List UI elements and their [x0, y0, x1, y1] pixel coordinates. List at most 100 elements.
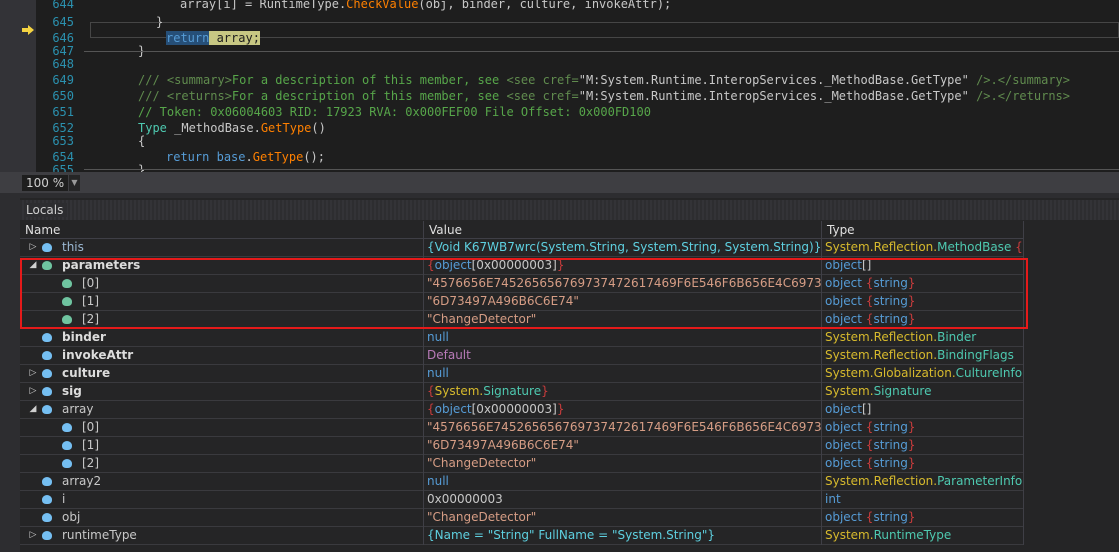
type-segment: object: [825, 438, 866, 452]
locals-row[interactable]: [0] "4576656E745265656769737472617469F6E5…: [20, 275, 1024, 293]
type-segment: Binder: [937, 330, 977, 344]
type-segment: System.: [825, 384, 874, 398]
variable-name: invokeAttr: [62, 348, 134, 362]
name-cell: [1]: [20, 293, 424, 311]
type-segment: }: [907, 438, 916, 452]
column-header-value[interactable]: Value: [424, 221, 822, 239]
code-token: _MethodBase.: [166, 121, 261, 135]
variable-name: binder: [62, 330, 106, 344]
value-segment: }: [541, 384, 549, 398]
value-segment: null: [427, 366, 449, 380]
type-segment: ParameterInfo: [937, 474, 1023, 488]
column-header-type[interactable]: Type: [822, 221, 1024, 239]
variable-name: i: [62, 492, 66, 506]
value-cell[interactable]: "ChangeDetector": [424, 311, 822, 329]
column-header-name[interactable]: Name: [20, 221, 424, 239]
locals-row[interactable]: binder null System.Reflection.Binder: [20, 329, 1024, 347]
code-line: return array;: [166, 30, 260, 46]
value-segment: "ChangeDetector": [427, 312, 537, 326]
name-cell: [1]: [20, 437, 424, 455]
locals-row[interactable]: invokeAttr Default System.Reflection.Bindi…: [20, 347, 1024, 365]
code-editor[interactable]: 644 array[i] = RuntimeType.CheckValue(obj…: [0, 0, 1119, 172]
code-line: {: [138, 133, 145, 149]
expand-triangle-icon[interactable]: ▷: [28, 365, 38, 382]
type-segment: object: [825, 312, 866, 326]
type-segment: {: [1011, 240, 1023, 254]
code-line: }: [156, 14, 163, 30]
line-number: 651: [52, 105, 74, 119]
code-token: /// <summary>: [138, 73, 232, 87]
collapse-triangle-icon[interactable]: ◢: [28, 257, 38, 274]
name-cell: ▷ this: [20, 239, 424, 257]
locals-row[interactable]: ◢ array {object[0x00000003]} object[]: [20, 401, 1024, 419]
value-cell[interactable]: "ChangeDetector": [424, 455, 822, 473]
value-segment: "6D73497A496B6C6E74": [427, 438, 579, 452]
value-cell[interactable]: null: [424, 365, 822, 383]
value-cell[interactable]: "4576656E745265656769737472617469F6E546F…: [424, 275, 822, 293]
type-segment: }: [907, 420, 916, 434]
line-number: 649: [52, 73, 74, 87]
parameter-icon: [62, 279, 72, 288]
value-cell[interactable]: {object[0x00000003]}: [424, 401, 822, 419]
locals-row[interactable]: array2 null System.Reflection.ParameterInf…: [20, 473, 1024, 491]
type-cell: System.Globalization.CultureInfo: [822, 365, 1024, 383]
value-segment: Signature: [483, 384, 542, 398]
type-cell: int: [822, 491, 1024, 509]
locals-row[interactable]: ▷ sig {System.Signature} System.Signature: [20, 383, 1024, 401]
type-segment: System.Reflection.: [825, 240, 938, 254]
value-cell[interactable]: {Void K67WB7wrc(System.String, System.St…: [424, 239, 822, 257]
value-segment: object: [434, 402, 472, 416]
value-cell[interactable]: null: [424, 473, 822, 491]
line-number: 650: [52, 89, 74, 103]
locals-row[interactable]: obj "ChangeDetector" object {string}: [20, 509, 1024, 527]
value-cell[interactable]: "4576656E745265656769737472617469F6E546F…: [424, 419, 822, 437]
indicator-margin[interactable]: [0, 0, 36, 172]
locals-row[interactable]: [2] "ChangeDetector" object {string}: [20, 311, 1024, 329]
locals-row[interactable]: [1] "6D73497A496B6C6E74" object {string}: [20, 437, 1024, 455]
type-segment: object: [825, 510, 866, 524]
expand-triangle-icon[interactable]: ▷: [28, 383, 38, 400]
locals-row[interactable]: [2] "ChangeDetector" object {string}: [20, 455, 1024, 473]
variable-name: culture: [62, 366, 111, 380]
name-cell: ▷ runtimeType: [20, 527, 424, 545]
type-cell: System.RuntimeType: [822, 527, 1024, 545]
value-cell[interactable]: "6D73497A496B6C6E74": [424, 437, 822, 455]
name-cell: ◢ parameters: [20, 257, 424, 275]
value-cell[interactable]: "ChangeDetector": [424, 509, 822, 527]
line-number: 653: [52, 134, 74, 148]
type-segment: object: [825, 402, 862, 416]
code-line: Type _MethodBase.GetType(): [138, 120, 326, 136]
type-segment: []: [861, 402, 872, 416]
value-cell[interactable]: Default: [424, 347, 822, 365]
code-line: array[i] = RuntimeType.CheckValue(obj, b…: [180, 0, 671, 12]
locals-row[interactable]: [0] "4576656E745265656769737472617469F6E5…: [20, 419, 1024, 437]
zoom-level-input[interactable]: 100 %: [22, 175, 68, 191]
name-cell: array2: [20, 473, 424, 491]
locals-title-bar[interactable]: Locals: [20, 200, 1119, 220]
local-variable-icon: [42, 405, 52, 414]
value-cell[interactable]: 0x00000003: [424, 491, 822, 509]
value-segment: {: [427, 258, 435, 272]
expand-triangle-icon[interactable]: ▷: [28, 239, 38, 256]
code-token: (obj, binder, culture, invokeAttr);: [418, 0, 672, 11]
locals-row[interactable]: [1] "6D73497A496B6C6E74" object {string}: [20, 293, 1024, 311]
expand-triangle-icon[interactable]: ▷: [28, 527, 38, 544]
zoom-dropdown-chevron-down-icon[interactable]: ▼: [68, 175, 80, 191]
value-cell[interactable]: {object[0x00000003]}: [424, 257, 822, 275]
locals-row[interactable]: ▷ runtimeType {Name = "String" FullName = …: [20, 527, 1024, 545]
local-variable-icon: [42, 369, 52, 378]
collapse-triangle-icon[interactable]: ◢: [28, 401, 38, 418]
variable-name: [2]: [82, 312, 99, 326]
value-cell[interactable]: "6D73497A496B6C6E74": [424, 293, 822, 311]
type-cell: System.Reflection.Binder: [822, 329, 1024, 347]
locals-row[interactable]: ◢ parameters {object[0x00000003]} object[]: [20, 257, 1024, 275]
value-cell[interactable]: null: [424, 329, 822, 347]
locals-row[interactable]: ▷ culture null System.Globalization.Culture…: [20, 365, 1024, 383]
locals-row[interactable]: i 0x00000003 int: [20, 491, 1024, 509]
locals-row[interactable]: ▷ this {Void K67WB7wrc(System.String, Syst…: [20, 239, 1024, 257]
value-cell[interactable]: {System.Signature}: [424, 383, 822, 401]
type-segment: Signature: [873, 384, 932, 398]
value-cell[interactable]: {Name = "String" FullName = "System.Stri…: [424, 527, 822, 545]
local-variable-icon: [62, 423, 72, 432]
